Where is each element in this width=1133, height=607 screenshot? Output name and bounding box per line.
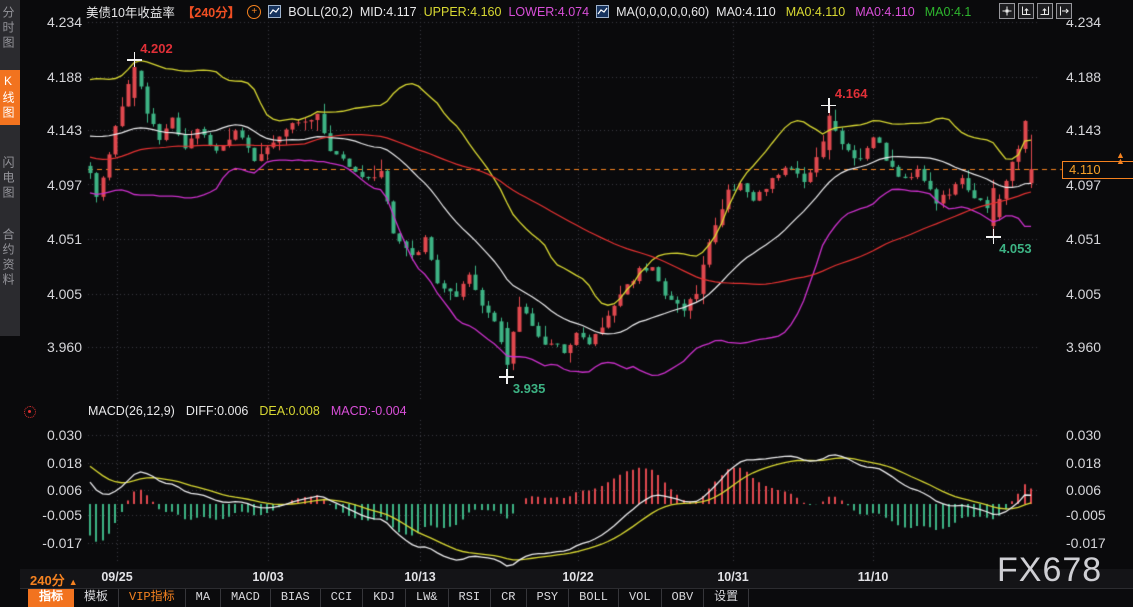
ma-value-3: MA0:4.110 xyxy=(855,5,915,19)
symbol-title: 美债10年收益率 xyxy=(86,2,175,21)
y-tick-macd-left: -0.005 xyxy=(26,507,82,523)
y-tick-main-right: 4.188 xyxy=(1066,69,1101,85)
y-tick-macd-right: 0.030 xyxy=(1066,427,1101,443)
x-date-label: 10/13 xyxy=(390,570,450,584)
price-marker-icon: ▲▲ xyxy=(1116,153,1125,164)
price-annotation: 3.935 xyxy=(513,381,546,396)
toolbar-tab-OBV[interactable]: OBV xyxy=(662,589,705,607)
boll-label: BOLL(20,2) xyxy=(288,5,353,19)
price-annotation: 4.202 xyxy=(140,41,173,56)
toolbar-tab-MA[interactable]: MA xyxy=(186,589,221,607)
price-annotation: 4.164 xyxy=(835,86,868,101)
macd-header: MACD(26,12,9) DIFF:0.006 DEA:0.008 MACD:… xyxy=(88,404,407,418)
ma-value-1: MA0:4.110 xyxy=(716,5,776,19)
toolbar-tab-MACD[interactable]: MACD xyxy=(221,589,271,607)
toolbar-tab-模板[interactable]: 模板 xyxy=(74,589,119,607)
y-tick-main-left: 3.960 xyxy=(26,339,82,355)
toolbar-tab-指标[interactable]: 指标 xyxy=(28,589,74,607)
arrow-up-icon: ▲ xyxy=(69,577,78,587)
y-tick-main-left: 4.188 xyxy=(26,69,82,85)
toolbar-tab-VIP指标[interactable]: VIP指标 xyxy=(119,589,186,607)
y-tick-main-right: 3.960 xyxy=(1066,339,1101,355)
macd-macd-value: MACD:-0.004 xyxy=(331,404,407,418)
axis-zoom-left-icon[interactable] xyxy=(1018,3,1034,19)
y-tick-macd-right: 0.018 xyxy=(1066,455,1101,471)
period-label[interactable]: 【240分】 xyxy=(182,2,240,21)
sidebar-item-2[interactable]: K线图 xyxy=(0,70,20,125)
chart-canvas[interactable] xyxy=(0,0,1133,606)
ma-value-2: MA0:4.110 xyxy=(786,5,846,19)
boll-upper-value: UPPER:4.160 xyxy=(424,5,502,19)
y-tick-main-right: 4.143 xyxy=(1066,122,1101,138)
toolbar-tab-CCI[interactable]: CCI xyxy=(321,589,364,607)
macd-diff-value: DIFF:0.006 xyxy=(186,404,249,418)
toolbar-tab-RSI[interactable]: RSI xyxy=(449,589,492,607)
sidebar-item-4[interactable]: 合约资料 xyxy=(0,224,20,292)
toolbar-tab-VOL[interactable]: VOL xyxy=(619,589,662,607)
toolbar-tab-PSY[interactable]: PSY xyxy=(527,589,570,607)
y-tick-main-left: 4.005 xyxy=(26,286,82,302)
toolbar-tab-CR[interactable]: CR xyxy=(491,589,526,607)
watermark: FX678 xyxy=(997,551,1102,590)
y-tick-main-left: 4.234 xyxy=(26,14,82,30)
y-tick-main-left: 4.097 xyxy=(26,177,82,193)
xaxis-row: 240分▲ 09/25 10/03 10/13 10/22 10/31 11/10 xyxy=(20,569,1133,588)
x-date-label: 11/10 xyxy=(843,570,903,584)
y-tick-macd-left: 0.018 xyxy=(26,455,82,471)
header-toolbar xyxy=(997,2,1074,20)
toolbar-tab-LW&[interactable]: LW& xyxy=(406,589,449,607)
toolbar-tab-BIAS[interactable]: BIAS xyxy=(271,589,321,607)
y-tick-main-right: 4.051 xyxy=(1066,231,1101,247)
ma-label: MA(0,0,0,0,0,60) xyxy=(616,5,709,19)
y-tick-macd-left: 0.006 xyxy=(26,482,82,498)
y-tick-macd-left: -0.017 xyxy=(26,535,82,551)
toolbar-tab-KDJ[interactable]: KDJ xyxy=(363,589,406,607)
pan-right-icon[interactable] xyxy=(1056,3,1072,19)
y-tick-main-left: 4.051 xyxy=(26,231,82,247)
y-tick-macd-right: -0.017 xyxy=(1066,535,1106,551)
macd-dea-value: DEA:0.008 xyxy=(259,404,319,418)
bottom-toolbar: 指标模板VIP指标MAMACDBIASCCIKDJLW&RSICRPSYBOLL… xyxy=(20,588,1133,607)
x-date-label: 10/31 xyxy=(703,570,763,584)
macd-label: MACD(26,12,9) xyxy=(88,404,175,418)
expand-icon[interactable]: + xyxy=(247,5,261,19)
chart-header: 美债10年收益率 【240分】 + BOLL(20,2) MID:4.117 U… xyxy=(86,3,971,20)
boll-lower-value: LOWER:4.074 xyxy=(508,5,589,19)
y-tick-macd-left: 0.030 xyxy=(26,427,82,443)
toolbar-tab-设置[interactable]: 设置 xyxy=(704,589,749,607)
y-tick-macd-right: -0.005 xyxy=(1066,507,1106,523)
x-date-label: 09/25 xyxy=(87,570,147,584)
indicator-chart-icon[interactable] xyxy=(596,5,609,18)
x-date-label: 10/03 xyxy=(238,570,298,584)
ma-value-4: MA0:4.1 xyxy=(925,5,972,19)
y-tick-main-right: 4.005 xyxy=(1066,286,1101,302)
sidebar-item-3[interactable]: 闪电图 xyxy=(0,152,20,205)
period-selector[interactable]: 240分▲ xyxy=(30,570,78,589)
sidebar: 分时图 K线图闪电图合约资料 xyxy=(0,0,20,570)
macd-alert-icon[interactable] xyxy=(24,406,36,418)
price-annotation: 4.053 xyxy=(999,241,1032,256)
axis-zoom-right-icon[interactable] xyxy=(1037,3,1053,19)
sidebar-item-1[interactable]: 分时图 xyxy=(0,2,20,55)
indicator-chart-icon[interactable] xyxy=(268,5,281,18)
x-date-label: 10/22 xyxy=(548,570,608,584)
crosshair-icon[interactable] xyxy=(999,3,1015,19)
last-price-value: 4.110 xyxy=(1069,162,1101,177)
y-tick-macd-right: 0.006 xyxy=(1066,482,1101,498)
boll-mid-value: MID:4.117 xyxy=(360,5,417,19)
y-tick-main-left: 4.143 xyxy=(26,122,82,138)
toolbar-tab-BOLL[interactable]: BOLL xyxy=(569,589,619,607)
ma-values: MA0:4.110 MA0:4.110 MA0:4.110 MA0:4.1 xyxy=(716,5,971,19)
